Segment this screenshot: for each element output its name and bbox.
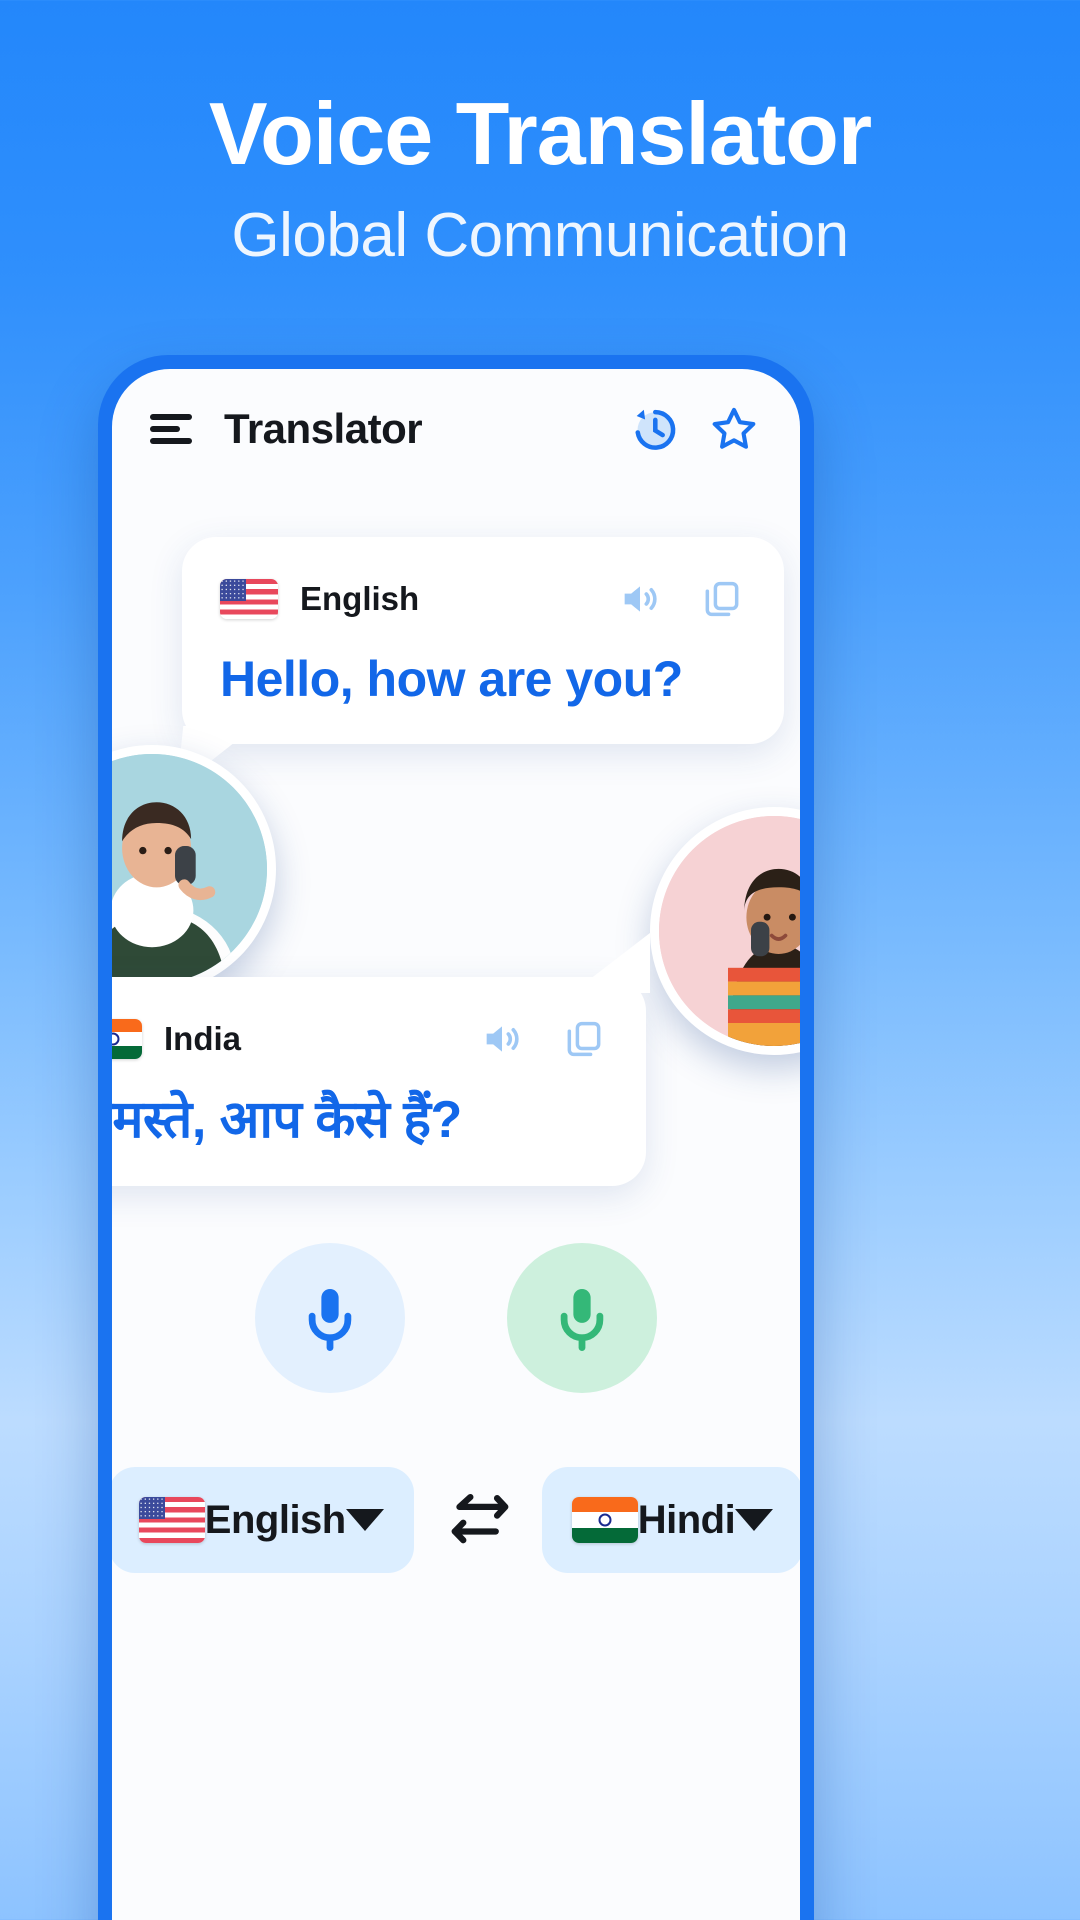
source-language-dropdown[interactable]: English: [112, 1467, 414, 1573]
app-screen: Translator English Hello, how are you? I…: [112, 369, 800, 1920]
hamburger-menu-icon[interactable]: [150, 414, 192, 444]
app-title: Translator: [224, 405, 423, 452]
copy-icon[interactable]: [694, 571, 750, 627]
phone-mockup: Translator English Hello, how are you? I…: [98, 355, 814, 1920]
bubble-english: English Hello, how are you?: [176, 537, 784, 788]
target-language-label: Hindi: [637, 1497, 736, 1542]
source-language-label: English: [204, 1497, 346, 1542]
avatar-speaker-left: [112, 745, 276, 993]
us-flag-icon: [220, 579, 278, 619]
bubble-text: Hello, how are you?: [220, 651, 683, 707]
india-flag-icon: [112, 1019, 142, 1059]
avatar-speaker-right: [650, 807, 800, 1055]
star-icon[interactable]: [706, 401, 762, 457]
bubble-hindi: India नमस्ते, आप कैसे हैं?: [112, 933, 650, 1187]
mic-target-button[interactable]: [507, 1243, 657, 1393]
history-icon[interactable]: [626, 401, 682, 457]
bubble-actions: [474, 1011, 612, 1067]
bubble-actions: [612, 571, 750, 627]
bubble-header: English: [220, 571, 750, 627]
bubble-text: नमस्ते, आप कैसे हैं?: [112, 1091, 462, 1149]
india-flag-icon: [571, 1497, 638, 1543]
speaker-icon[interactable]: [474, 1011, 530, 1067]
speaker-icon[interactable]: [612, 571, 668, 627]
mic-row: [112, 1243, 800, 1393]
swap-arrows-icon[interactable]: [440, 1490, 516, 1550]
page-title: Voice Translator: [208, 84, 872, 183]
bubble-language-label: India: [164, 1020, 242, 1057]
us-flag-icon: [138, 1497, 205, 1543]
app-bar-actions: [626, 401, 762, 457]
bubble-tail: [572, 933, 650, 993]
chevron-down-icon: [345, 1509, 384, 1531]
target-language-dropdown[interactable]: Hindi: [541, 1467, 800, 1573]
mic-source-button[interactable]: [255, 1243, 405, 1393]
page-subtitle: Global Communication: [231, 201, 849, 271]
bubble-language-label: English: [300, 580, 420, 617]
chevron-down-icon: [735, 1509, 774, 1531]
hero-section: Voice Translator Global Communication: [0, 0, 1080, 271]
app-bar: Translator: [112, 369, 800, 489]
language-selector-bar: English Hindi: [112, 1467, 800, 1573]
bubble-header: India: [112, 1011, 612, 1067]
copy-icon[interactable]: [556, 1011, 612, 1067]
